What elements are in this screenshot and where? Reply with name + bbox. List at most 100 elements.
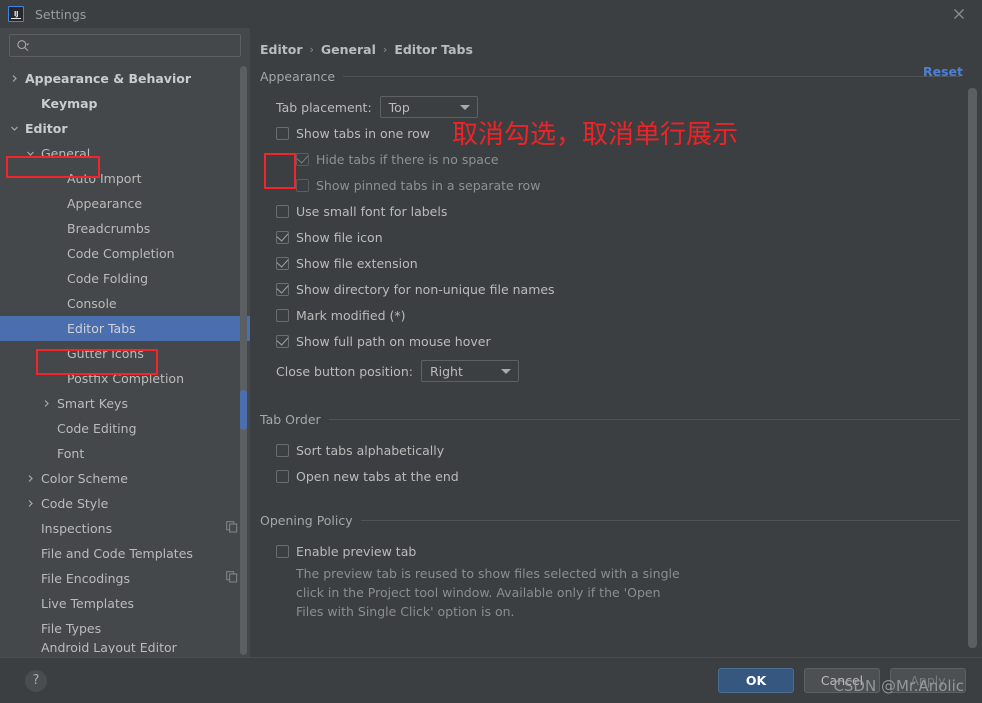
checkbox-row-show-tabs-in-one-row[interactable]: Show tabs in one row <box>260 120 982 146</box>
sidebar-item-android-layout-editor[interactable]: Android Layout Editor <box>0 641 250 653</box>
intellij-logo-icon: IJ <box>8 6 24 22</box>
sidebar-item-general[interactable]: General <box>0 141 250 166</box>
settings-sidebar: Appearance & Behavior Keymap Editor General… <box>0 28 250 657</box>
sidebar-item-label: General <box>41 146 91 161</box>
checkbox-use-small-font-for-labels[interactable] <box>276 204 289 218</box>
checkbox-label-mark-modified: Mark modified (*) <box>296 307 406 323</box>
search-container <box>0 28 250 64</box>
sidebar-item-label: Auto Import <box>67 171 142 186</box>
chevron-right-icon[interactable] <box>40 397 53 410</box>
sidebar-item-editor-tabs[interactable]: Editor Tabs <box>0 316 250 341</box>
checkbox-label-use-small-font-for-labels: Use small font for labels <box>296 203 448 219</box>
checkbox-label-show-file-icon: Show file icon <box>296 229 383 245</box>
close-button-position-dropdown[interactable]: Right <box>420 360 519 382</box>
sidebar-item-label: Keymap <box>41 96 98 111</box>
dialog-buttons: OK Cancel Apply <box>718 668 966 693</box>
breadcrumb-item-0[interactable]: Editor <box>260 42 303 57</box>
sidebar-item-keymap[interactable]: Keymap <box>0 91 250 116</box>
chevron-right-icon[interactable] <box>24 497 37 510</box>
sidebar-item-code-completion[interactable]: Code Completion <box>0 241 250 266</box>
sidebar-item-appearance[interactable]: Appearance <box>0 191 250 216</box>
search-icon <box>16 39 30 53</box>
chevron-down-icon[interactable] <box>8 122 21 135</box>
help-button[interactable]: ? <box>25 669 47 692</box>
ok-button[interactable]: OK <box>718 668 794 693</box>
sidebar-item-smart-keys[interactable]: Smart Keys <box>0 391 250 416</box>
sidebar-item-gutter-icons[interactable]: Gutter Icons <box>0 341 250 366</box>
checkbox-mark-modified[interactable] <box>276 308 289 322</box>
tab-placement-value: Top <box>388 99 410 115</box>
sidebar-item-label: Code Style <box>41 496 109 511</box>
checkbox-row-open-new-tabs-at-the-end[interactable]: Open new tabs at the end <box>260 463 982 489</box>
checkbox-row-show-pinned-tabs-in-a-separate-row[interactable]: Show pinned tabs in a separate row <box>260 172 982 198</box>
copy-icon <box>226 571 238 586</box>
title-bar: IJ Settings <box>0 0 982 28</box>
breadcrumb-item-1[interactable]: General <box>321 42 376 57</box>
checkbox-row-show-full-path-on-mouse-hover[interactable]: Show full path on mouse hover <box>260 328 982 354</box>
sidebar-item-font[interactable]: Font <box>0 441 250 466</box>
sidebar-item-file-encodings[interactable]: File Encodings <box>0 566 250 591</box>
sidebar-item-label: Android Layout Editor <box>41 641 177 653</box>
chevron-right-icon[interactable] <box>8 72 21 85</box>
enable-preview-tab-checkbox[interactable] <box>276 544 289 558</box>
cancel-button[interactable]: Cancel <box>804 668 880 693</box>
sidebar-item-postfix-completion[interactable]: Postfix Completion <box>0 366 250 391</box>
window-title: Settings <box>35 6 87 22</box>
chevron-right-icon[interactable] <box>24 472 37 485</box>
sidebar-item-auto-import[interactable]: Auto Import <box>0 166 250 191</box>
checkbox-row-use-small-font-for-labels[interactable]: Use small font for labels <box>260 198 982 224</box>
checkbox-show-directory-for-non-unique-file-names[interactable] <box>276 282 289 296</box>
sidebar-item-code-editing[interactable]: Code Editing <box>0 416 250 441</box>
checkbox-label-show-file-extension: Show file extension <box>296 255 418 271</box>
checkbox-label-show-tabs-in-one-row: Show tabs in one row <box>296 125 431 141</box>
search-input[interactable] <box>30 37 240 54</box>
chevron-down-icon[interactable] <box>24 147 37 160</box>
settings-dialog: IJ Settings Appearance & Behavior Keymap… <box>0 0 982 703</box>
checkbox-open-new-tabs-at-the-end[interactable] <box>276 469 289 483</box>
checkbox-row-show-directory-for-non-unique-file-names[interactable]: Show directory for non-unique file names <box>260 276 982 302</box>
tab-placement-row: Tab placement: Top <box>260 94 982 120</box>
sidebar-item-console[interactable]: Console <box>0 291 250 316</box>
checkbox-row-show-file-extension[interactable]: Show file extension <box>260 250 982 276</box>
sidebar-item-breadcrumbs[interactable]: Breadcrumbs <box>0 216 250 241</box>
section-header-appearance: Appearance <box>260 69 982 84</box>
sidebar-item-color-scheme[interactable]: Color Scheme <box>0 466 250 491</box>
sidebar-scrollbar-track[interactable] <box>240 66 247 655</box>
checkbox-show-file-icon[interactable] <box>276 230 289 244</box>
sidebar-item-label: Code Folding <box>67 271 149 286</box>
sidebar-item-code-folding[interactable]: Code Folding <box>0 266 250 291</box>
sidebar-scrollbar-thumb[interactable] <box>240 390 247 430</box>
enable-preview-tab-row[interactable]: Enable preview tab <box>260 538 982 564</box>
reset-button[interactable]: Reset <box>923 64 963 79</box>
content-scrollbar-track[interactable] <box>968 88 977 648</box>
checkbox-row-show-file-icon[interactable]: Show file icon <box>260 224 982 250</box>
logo-underline <box>11 17 21 19</box>
sidebar-item-file-types[interactable]: File Types <box>0 616 250 641</box>
checkbox-row-sort-tabs-alphabetically[interactable]: Sort tabs alphabetically <box>260 437 982 463</box>
search-box[interactable] <box>9 34 241 57</box>
sidebar-item-live-templates[interactable]: Live Templates <box>0 591 250 616</box>
checkbox-sort-tabs-alphabetically[interactable] <box>276 443 289 457</box>
close-button-position-row: Close button position: Right <box>260 358 982 384</box>
checkbox-show-full-path-on-mouse-hover[interactable] <box>276 334 289 348</box>
sidebar-item-editor[interactable]: Editor <box>0 116 250 141</box>
apply-button[interactable]: Apply <box>890 668 966 693</box>
checkbox-show-pinned-tabs-in-a-separate-row[interactable] <box>296 178 309 192</box>
sidebar-item-inspections[interactable]: Inspections <box>0 516 250 541</box>
checkbox-row-hide-tabs-if-there-is-no-space[interactable]: Hide tabs if there is no space <box>260 146 982 172</box>
checkbox-show-file-extension[interactable] <box>276 256 289 270</box>
sidebar-item-appearance-behavior[interactable]: Appearance & Behavior <box>0 66 250 91</box>
sidebar-item-file-and-code-templates[interactable]: File and Code Templates <box>0 541 250 566</box>
sidebar-item-code-style[interactable]: Code Style <box>0 491 250 516</box>
sidebar-tree-scroll: Appearance & Behavior Keymap Editor General… <box>0 64 250 657</box>
tab-placement-dropdown[interactable]: Top <box>379 96 478 118</box>
checkbox-show-tabs-in-one-row[interactable] <box>276 126 289 140</box>
checkbox-row-mark-modified[interactable]: Mark modified (*) <box>260 302 982 328</box>
checkbox-hide-tabs-if-there-is-no-space[interactable] <box>296 152 309 166</box>
sidebar-item-label: Code Completion <box>67 246 175 261</box>
checkbox-label-open-new-tabs-at-the-end: Open new tabs at the end <box>296 468 459 484</box>
close-icon[interactable] <box>950 5 968 23</box>
sidebar-item-label: Live Templates <box>41 596 135 611</box>
